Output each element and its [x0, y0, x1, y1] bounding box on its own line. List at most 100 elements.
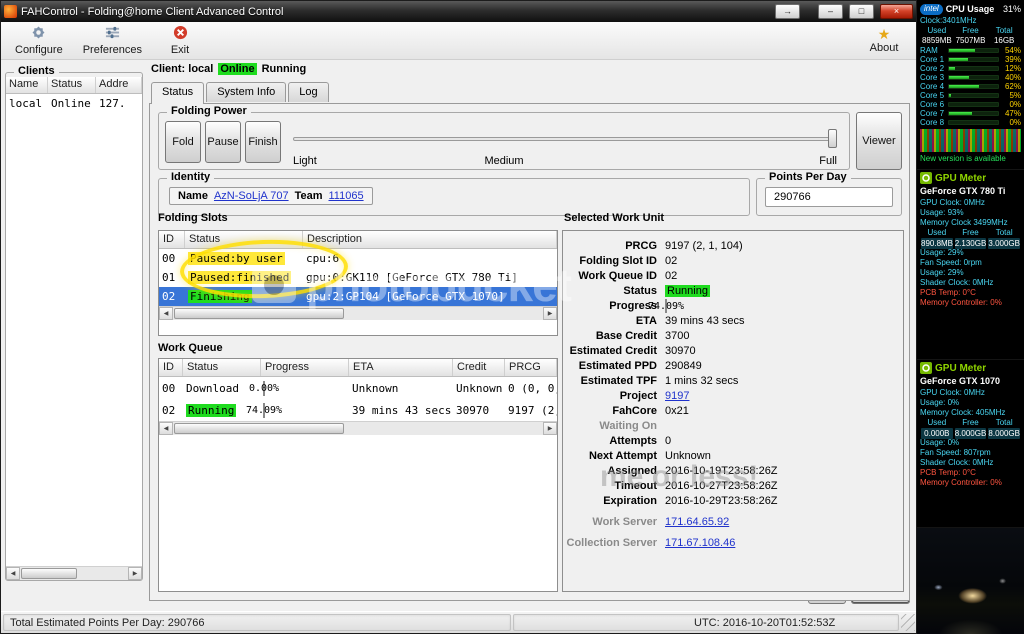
selected-work-unit-panel: PRCG9197 (2, 1, 104) Folding Slot ID02 W…: [562, 230, 904, 592]
preferences-button[interactable]: Preferences: [75, 24, 150, 58]
cpu-usage-value: 31%: [1003, 4, 1021, 14]
slots-col-description[interactable]: Description: [303, 231, 557, 248]
wq-row-00[interactable]: 00 Download 0.00% Unknown Unknown 0 (0, …: [159, 377, 557, 399]
new-version-link[interactable]: New version is available: [920, 154, 1021, 165]
pause-button[interactable]: Pause: [205, 121, 241, 163]
maximize-button[interactable]: □: [849, 4, 874, 19]
minimize-button[interactable]: –: [818, 4, 843, 19]
swu-value: 0: [663, 434, 903, 449]
swu-value: 02: [663, 269, 903, 284]
power-slider-thumb[interactable]: [828, 129, 837, 148]
slot-row-02-selected[interactable]: 02 Finishing gpu:2:GP104 [GeForce GTX 10…: [159, 287, 557, 306]
preferences-label: Preferences: [83, 44, 142, 56]
swu-progress-bar: 74.09%: [663, 299, 903, 314]
wq-col-eta[interactable]: ETA: [349, 359, 453, 376]
wq-hscrollbar[interactable]: ◀ ▶: [159, 421, 557, 435]
scroll-right-icon[interactable]: ▶: [543, 307, 557, 320]
swu-value: 9197 (2, 1, 104): [663, 239, 903, 254]
swu-label: Collection Server: [563, 536, 663, 551]
slots-col-id[interactable]: ID: [159, 231, 185, 248]
scroll-right-icon[interactable]: ▶: [543, 422, 557, 435]
clients-hscrollbar[interactable]: ◀ ▶: [6, 566, 142, 580]
gpu-clock: GPU Clock: 0MHz: [920, 388, 1021, 398]
swu-project-link[interactable]: 9197: [663, 389, 903, 404]
ppd-group: Points Per Day 290766: [756, 178, 902, 216]
selected-work-unit-title: Selected Work Unit: [564, 212, 664, 224]
configure-button[interactable]: Configure: [7, 24, 71, 58]
slots-hscrollbar[interactable]: ◀ ▶: [159, 306, 557, 320]
finish-button[interactable]: Finish: [245, 121, 281, 163]
slot-row-01[interactable]: 01 Paused:finished gpu:0:GK110 [GeForce …: [159, 268, 557, 287]
wq-col-id[interactable]: ID: [159, 359, 183, 376]
swu-label: Attempts: [563, 434, 663, 449]
swu-label: PRCG: [563, 239, 663, 254]
gpu-clock: GPU Clock: 0MHz: [920, 198, 1021, 208]
wq-col-credit[interactable]: Credit: [453, 359, 505, 376]
gpu-memory-controller: Memory Controller: 0%: [920, 478, 1021, 488]
gpu-gadget-title: GPU Meter: [935, 364, 986, 374]
app-icon: [4, 5, 17, 18]
ram-values: 8859MB7507MB16GB: [920, 36, 1021, 46]
scroll-left-icon[interactable]: ◀: [159, 307, 173, 320]
about-button[interactable]: ★ About: [858, 24, 910, 58]
exit-button[interactable]: Exit: [154, 24, 206, 58]
swu-collection-server-link[interactable]: 171.67.108.46: [663, 536, 903, 551]
clients-col-name[interactable]: Name: [6, 77, 48, 93]
gpu-mem-headers: UsedFreeTotal: [920, 228, 1021, 238]
gpu-usage: Usage: 93%: [920, 208, 1021, 218]
tab-status[interactable]: Status: [151, 82, 204, 104]
wq-col-status[interactable]: Status: [183, 359, 261, 376]
resize-grip[interactable]: [901, 614, 915, 631]
wq-col-prcg[interactable]: PRCG: [505, 359, 557, 376]
scroll-left-icon[interactable]: ◀: [6, 567, 20, 580]
swu-label: Waiting On: [563, 419, 663, 434]
scroll-left-icon[interactable]: ◀: [159, 422, 173, 435]
statusbar: Total Estimated Points Per Day: 290766 U…: [1, 611, 916, 633]
close-button[interactable]: ×: [880, 4, 913, 19]
titlebar[interactable]: FAHControl - Folding@home Client Advance…: [1, 1, 916, 22]
gpu-name: GeForce GTX 780 Ti: [920, 186, 1021, 198]
clients-panel: Clients Name Status Addre local Online 1…: [5, 72, 143, 581]
screen: FAHControl - Folding@home Client Advance…: [0, 0, 1024, 634]
swu-value: 3700: [663, 329, 903, 344]
scrollbar-thumb[interactable]: [21, 568, 77, 579]
slot-id: 01: [159, 271, 185, 284]
content: Clients Name Status Addre local Online 1…: [1, 60, 916, 611]
close-icon: ×: [894, 7, 899, 16]
fold-button[interactable]: Fold: [165, 121, 201, 163]
slot-row-00[interactable]: 00 Paused:by user cpu:6: [159, 249, 557, 268]
client-row-local[interactable]: local Online 127.: [6, 94, 142, 112]
power-label-medium: Medium: [484, 155, 523, 167]
wq-col-progress[interactable]: Progress: [261, 359, 349, 376]
toolbar: Configure Preferences Exit ★ About: [1, 22, 916, 60]
tab-system-info[interactable]: System Info: [206, 82, 286, 102]
about-icon: ★: [878, 28, 891, 41]
swu-label: ETA: [563, 314, 663, 329]
identity-name-label: Name: [178, 190, 208, 202]
ppd-value: 290766: [765, 187, 893, 207]
cpu-gadget-title: CPU Usage: [946, 4, 995, 14]
popout-button[interactable]: →: [775, 4, 800, 19]
power-slider-track[interactable]: [293, 137, 837, 141]
viewer-button[interactable]: Viewer: [856, 112, 902, 170]
webcam-photo: [917, 528, 1024, 634]
wq-row-02[interactable]: 02 Running 74.09% 39 mins 43 secs 30970 …: [159, 399, 557, 421]
identity-team-link[interactable]: 111065: [329, 190, 364, 202]
slot-description: cpu:6: [303, 252, 557, 265]
swu-value: 2016-10-29T23:58:26Z: [663, 494, 903, 509]
swu-label: Work Server: [563, 515, 663, 530]
slots-col-status[interactable]: Status: [185, 231, 303, 248]
window-title: FAHControl - Folding@home Client Advance…: [21, 6, 769, 18]
swu-work-server-link[interactable]: 171.64.65.92: [663, 515, 903, 530]
statusbar-utc: UTC: 2016-10-20T01:52:53Z: [513, 614, 899, 631]
clients-col-status[interactable]: Status: [48, 77, 96, 93]
identity-name-link[interactable]: AzN-SoLjA 707: [214, 190, 289, 202]
scrollbar-thumb[interactable]: [174, 308, 344, 319]
scroll-right-icon[interactable]: ▶: [128, 567, 142, 580]
gpu-usage: Usage: 0%: [920, 398, 1021, 408]
identity-group: Identity Name AzN-SoLjA 707 Team 111065: [158, 178, 750, 216]
ram-bar: [948, 48, 999, 53]
scrollbar-thumb[interactable]: [174, 423, 344, 434]
tab-log[interactable]: Log: [288, 82, 328, 102]
clients-col-address[interactable]: Addre: [96, 77, 142, 93]
